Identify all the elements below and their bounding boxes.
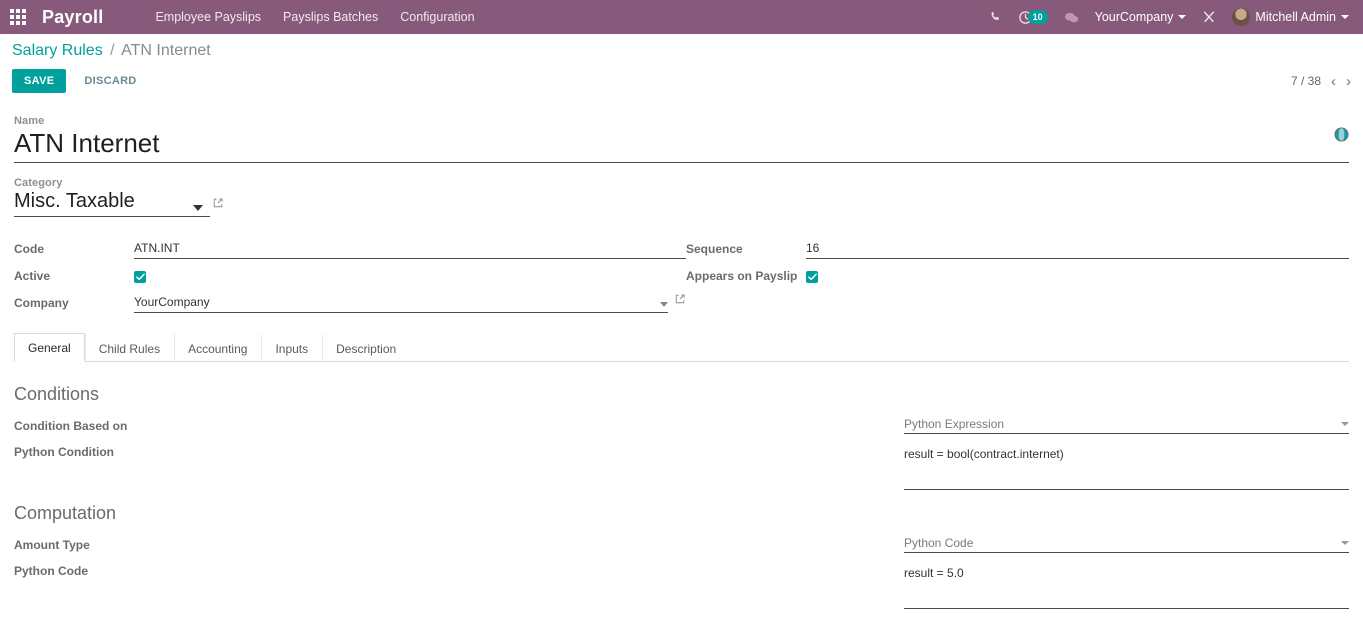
chevron-down-icon[interactable] (660, 302, 668, 307)
user-menu[interactable]: Mitchell Admin (1232, 8, 1349, 26)
name-field-group: Name (14, 115, 1349, 163)
sequence-label: Sequence (686, 242, 743, 256)
name-label: Name (14, 115, 45, 127)
apps-grid-icon[interactable] (8, 7, 28, 27)
main-menu: Employee Payslips Payslips Batches Confi… (155, 10, 474, 24)
chevron-down-icon[interactable] (1341, 422, 1349, 426)
form-sheet: Name Category Code Se (0, 115, 1363, 620)
company-switcher-label: YourCompany (1094, 10, 1174, 24)
code-label: Code (14, 242, 44, 256)
amount-type-row: Amount Type Python Code (14, 532, 1349, 558)
external-link-icon[interactable] (674, 293, 686, 308)
pager-counter: 7 / 38 (1290, 74, 1321, 88)
chevron-down-icon (1341, 15, 1349, 19)
appears-on-payslip-label: Appears on Payslip (686, 269, 798, 283)
control-panel-actions: SAVE DISCARD 7 / 38 ‹ › (12, 63, 1351, 103)
computation-section-title: Computation (14, 503, 117, 523)
chevron-left-icon[interactable]: ‹ (1331, 74, 1336, 89)
amount-type-select[interactable]: Python Code (904, 535, 1349, 553)
chevron-down-icon (1178, 15, 1187, 19)
avatar (1232, 8, 1251, 26)
sequence-field (806, 235, 1349, 263)
phone-icon[interactable] (989, 11, 1002, 24)
amount-type-value: Python Code (904, 536, 974, 550)
company-input[interactable] (134, 293, 668, 313)
notebook-tabs: General Child Rules Accounting Inputs De… (14, 333, 1349, 362)
active-field (134, 265, 686, 288)
conditions-section-title: Conditions (14, 384, 100, 404)
company-label: Company (14, 296, 69, 310)
amount-type-label: Amount Type (14, 538, 90, 552)
activity-count-badge: 10 (1027, 10, 1048, 24)
breadcrumb-salary-rules[interactable]: Salary Rules (12, 42, 103, 59)
python-condition-label: Python Condition (14, 445, 114, 459)
code-field (134, 235, 686, 263)
activity-menu[interactable]: 10 (1018, 10, 1048, 25)
python-code-label: Python Code (14, 564, 88, 578)
python-condition-textarea[interactable]: result = bool(contract.internet) (904, 442, 1349, 490)
sequence-input[interactable] (806, 239, 1349, 259)
tab-page-general: Conditions Condition Based on Python Exp… (14, 362, 1349, 620)
breadcrumb: Salary Rules / ATN Internet (12, 42, 1351, 63)
menu-payslips-batches[interactable]: Payslips Batches (283, 10, 378, 24)
top-navbar: Payroll Employee Payslips Payslips Batch… (0, 0, 1363, 34)
menu-configuration[interactable]: Configuration (400, 10, 474, 24)
chevron-down-icon[interactable] (1341, 541, 1349, 545)
condition-based-on-label: Condition Based on (14, 419, 128, 433)
company-field (134, 289, 686, 317)
python-code-row: Python Code result = 5.0 (14, 558, 1349, 612)
category-label: Category (14, 177, 63, 189)
globe-translate-icon[interactable] (1334, 127, 1349, 142)
appears-on-payslip-checkbox[interactable] (806, 270, 818, 283)
control-panel: Salary Rules / ATN Internet SAVE DISCARD… (0, 34, 1363, 103)
user-menu-label: Mitchell Admin (1255, 10, 1336, 24)
notebook: General Child Rules Accounting Inputs De… (14, 333, 1349, 620)
tab-child-rules[interactable]: Child Rules (84, 334, 174, 362)
company-switcher[interactable]: YourCompany (1095, 10, 1187, 24)
chevron-down-icon[interactable] (193, 205, 203, 211)
wrench-debug-icon[interactable] (1202, 10, 1216, 24)
condition-based-on-select[interactable]: Python Expression (904, 416, 1349, 434)
messages-icon[interactable] (1064, 11, 1079, 24)
name-input[interactable] (14, 128, 1349, 163)
external-link-icon[interactable] (212, 197, 224, 212)
condition-based-on-value: Python Expression (904, 417, 1005, 431)
python-code-textarea[interactable]: result = 5.0 (904, 561, 1349, 609)
breadcrumb-separator: / (110, 42, 115, 59)
tab-accounting[interactable]: Accounting (174, 334, 261, 362)
breadcrumb-current: ATN Internet (121, 42, 211, 59)
active-checkbox[interactable] (134, 270, 146, 283)
appears-on-payslip-field (806, 265, 1349, 288)
record-pager: 7 / 38 ‹ › (1291, 74, 1351, 89)
tab-description[interactable]: Description (322, 334, 410, 362)
chevron-right-icon[interactable]: › (1346, 74, 1351, 89)
tab-general[interactable]: General (14, 333, 85, 362)
save-button[interactable]: SAVE (12, 69, 67, 93)
menu-employee-payslips[interactable]: Employee Payslips (155, 10, 261, 24)
navbar-right-tools: 10 YourCompany Mitchell Admin (989, 8, 1353, 26)
code-input[interactable] (134, 239, 686, 259)
discard-button[interactable]: DISCARD (74, 69, 146, 93)
category-field-group: Category (14, 177, 224, 217)
active-label: Active (14, 269, 51, 283)
app-brand-payroll[interactable]: Payroll (42, 7, 103, 28)
tab-inputs[interactable]: Inputs (261, 334, 322, 362)
main-field-grid: Code Sequence Active Appears on Payslip … (14, 235, 1349, 317)
python-condition-row: Python Condition result = bool(contract.… (14, 439, 1349, 493)
category-input[interactable] (14, 190, 210, 217)
condition-based-on-row: Condition Based on Python Expression (14, 413, 1349, 439)
